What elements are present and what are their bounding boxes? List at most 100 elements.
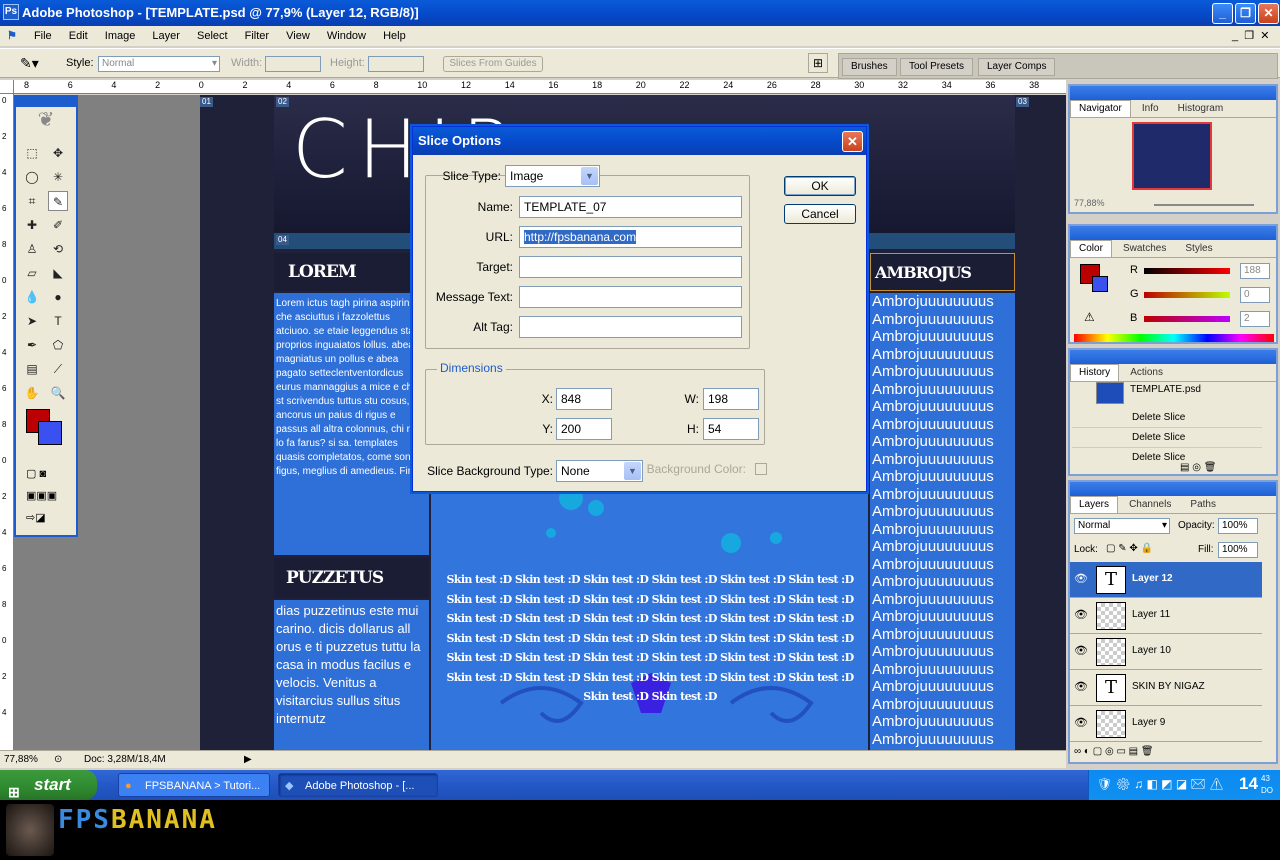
palette-well-icon[interactable]: ⊞: [808, 53, 828, 73]
vertical-ruler[interactable]: 0 2 4 6 8 0 2 4 6 8 0 2 4 6 8 0 2 4: [0, 94, 14, 750]
b-value[interactable]: 2: [1240, 311, 1270, 327]
eyedropper-icon[interactable]: ⟋: [48, 359, 68, 379]
panel-title-bar[interactable]: [1070, 226, 1276, 240]
color-ramp[interactable]: [1074, 334, 1274, 342]
layers-footer-buttons[interactable]: ∞ ◐ ▢ ◎ ▭ ▤ 🗑: [1074, 746, 1154, 757]
screen-mode-icons[interactable]: ▣▣▣: [26, 489, 70, 505]
zoom-level[interactable]: 77,88%: [4, 752, 38, 768]
hand-tool-icon[interactable]: ✋: [22, 383, 42, 403]
tab-navigator[interactable]: Navigator: [1070, 100, 1131, 117]
slices-from-guides-button[interactable]: Slices From Guides: [443, 56, 543, 72]
tab-histogram[interactable]: Histogram: [1170, 101, 1232, 117]
y-input[interactable]: 200: [556, 418, 612, 440]
shape-tool-icon[interactable]: ⬠: [48, 335, 68, 355]
lasso-tool-icon[interactable]: ◯: [22, 167, 42, 187]
dialog-close-button[interactable]: ✕: [842, 131, 863, 152]
background-color-swatch[interactable]: [38, 421, 62, 445]
style-select[interactable]: Normal ▾: [98, 56, 220, 72]
history-item[interactable]: Delete Slice: [1072, 448, 1262, 460]
tab-swatches[interactable]: Swatches: [1115, 241, 1174, 257]
tab-actions[interactable]: Actions: [1122, 365, 1171, 381]
name-input[interactable]: TEMPLATE_07: [519, 196, 742, 218]
history-item[interactable]: Delete Slice: [1072, 428, 1262, 448]
type-tool-icon[interactable]: T: [48, 311, 68, 331]
tab-history[interactable]: History: [1070, 364, 1120, 381]
menu-filter[interactable]: Filter: [238, 30, 276, 42]
menu-image[interactable]: Image: [98, 30, 143, 42]
b-slider[interactable]: [1144, 316, 1230, 322]
maximize-button[interactable]: ❐: [1235, 3, 1256, 24]
layer-row[interactable]: 👁 T Layer 12: [1070, 562, 1262, 598]
jump-to-imageready-icon[interactable]: ⇨◪: [26, 511, 70, 527]
fill-input[interactable]: 100%: [1218, 542, 1258, 558]
background-type-select[interactable]: None ▼: [556, 460, 643, 482]
minimize-button[interactable]: _: [1212, 3, 1233, 24]
well-tab-layer-comps[interactable]: Layer Comps: [978, 58, 1056, 76]
quick-mask-icons[interactable]: ▢ ◙: [26, 467, 70, 483]
status-icon[interactable]: ⊙: [54, 752, 62, 768]
eraser-tool-icon[interactable]: ▱: [22, 263, 42, 283]
app-menu-icon[interactable]: ⚑: [0, 30, 24, 42]
tab-paths[interactable]: Paths: [1182, 497, 1224, 513]
eye-icon[interactable]: 👁: [1074, 608, 1088, 621]
slice-tag[interactable]: 04: [276, 235, 289, 245]
taskbar-item-photoshop[interactable]: ◆ Adobe Photoshop - [...: [278, 773, 438, 797]
blend-mode-select[interactable]: Normal ▾: [1074, 518, 1170, 534]
marquee-tool-icon[interactable]: ⬚: [22, 143, 42, 163]
clone-stamp-icon[interactable]: ♙: [22, 239, 42, 259]
tray-icons[interactable]: 🛡 ⚙ ♫ ◧ ◩ ◪ ✉ ⚠: [1097, 777, 1224, 791]
tab-channels[interactable]: Channels: [1121, 497, 1179, 513]
pen-tool-icon[interactable]: ✒: [22, 335, 42, 355]
slice-type-select[interactable]: Image ▼: [505, 165, 600, 187]
slice-tool-icon[interactable]: ✎: [48, 191, 68, 211]
layer-row[interactable]: 👁 Layer 11: [1070, 598, 1262, 634]
slice-tag[interactable]: 02: [276, 97, 289, 107]
menu-layer[interactable]: Layer: [145, 30, 187, 42]
navigator-zoom[interactable]: 77,88%: [1074, 198, 1105, 208]
close-button[interactable]: ✕: [1258, 3, 1279, 24]
panel-title-bar[interactable]: [1070, 350, 1276, 364]
cancel-button[interactable]: Cancel: [784, 204, 856, 224]
layer-row[interactable]: 👁 Layer 9: [1070, 706, 1262, 742]
magic-wand-tool-icon[interactable]: ✳: [48, 167, 68, 187]
eye-icon[interactable]: 👁: [1074, 680, 1088, 693]
alt-tag-input[interactable]: [519, 316, 742, 338]
slice-tag[interactable]: 03: [1016, 97, 1029, 107]
zoom-tool-icon[interactable]: 🔍: [48, 383, 68, 403]
history-buttons[interactable]: ▤ ◎ 🗑: [1180, 462, 1216, 473]
opacity-input[interactable]: 100%: [1218, 518, 1258, 534]
snapshot-name[interactable]: TEMPLATE.psd: [1130, 384, 1201, 395]
horizontal-ruler[interactable]: 8 6 4 2 0 2 4 6 8 10 12 14 16 18 20 22 24 26 28 30 32 34 36 38: [14, 80, 1066, 94]
h-input[interactable]: 54: [703, 418, 759, 440]
doc-window-controls[interactable]: _ ❐ ✕: [1232, 26, 1269, 46]
menu-window[interactable]: Window: [320, 30, 373, 42]
history-brush-icon[interactable]: ⟲: [48, 239, 68, 259]
blur-tool-icon[interactable]: 💧: [22, 287, 42, 307]
layer-row[interactable]: 👁 Layer 10: [1070, 634, 1262, 670]
move-tool-icon[interactable]: ✥: [48, 143, 68, 163]
x-input[interactable]: 848: [556, 388, 612, 410]
start-button[interactable]: ⊞ start: [0, 770, 97, 800]
height-input[interactable]: [368, 56, 424, 72]
navigator-thumbnail[interactable]: [1132, 122, 1212, 190]
tab-info[interactable]: Info: [1134, 101, 1167, 117]
menu-help[interactable]: Help: [376, 30, 413, 42]
ok-button[interactable]: OK: [784, 176, 856, 196]
panel-title-bar[interactable]: [1070, 86, 1276, 100]
layer-row[interactable]: 👁 T SKIN BY NIGAZ: [1070, 670, 1262, 706]
paint-bucket-icon[interactable]: ◣: [48, 263, 68, 283]
taskbar-item-firefox[interactable]: ● FPSBANANA > Tutori...: [118, 773, 270, 797]
toolbox-title[interactable]: [16, 97, 76, 107]
navigator-zoom-slider[interactable]: [1154, 204, 1254, 206]
well-tab-brushes[interactable]: Brushes: [842, 58, 897, 76]
menu-edit[interactable]: Edit: [62, 30, 95, 42]
r-value[interactable]: 188: [1240, 263, 1270, 279]
ruler-corner[interactable]: [0, 80, 14, 94]
target-input[interactable]: [519, 256, 742, 278]
healing-brush-icon[interactable]: ✚: [22, 215, 42, 235]
menu-file[interactable]: File: [27, 30, 59, 42]
brush-tool-icon[interactable]: ✐: [48, 215, 68, 235]
g-value[interactable]: 0: [1240, 287, 1270, 303]
tab-layers[interactable]: Layers: [1070, 496, 1119, 513]
right-heading[interactable]: AMBROJUS FROCIUS: [870, 253, 1015, 320]
